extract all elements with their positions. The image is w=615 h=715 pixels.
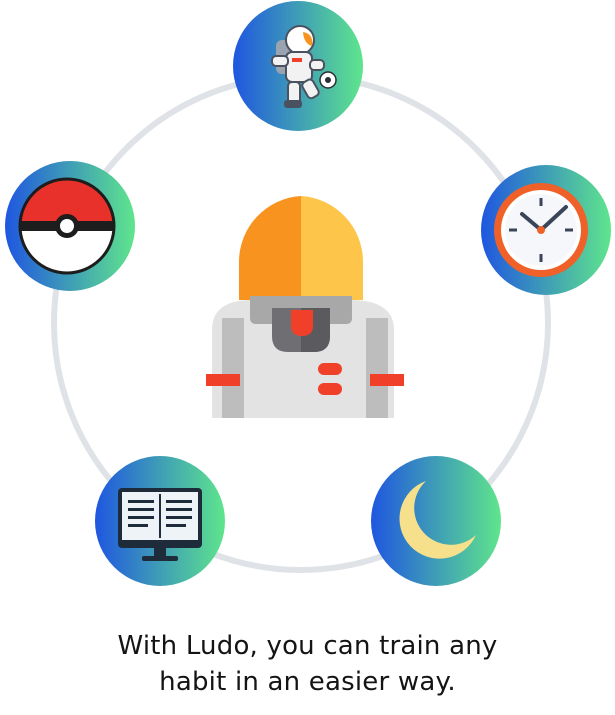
caption-line-1: With Ludo, you can train any xyxy=(117,631,498,661)
habit-badge-astronaut-soccer xyxy=(233,1,363,131)
habit-badge-pokeball xyxy=(5,161,135,291)
habit-illustration xyxy=(5,1,611,586)
clock-icon xyxy=(494,183,588,277)
astronaut-icon xyxy=(206,196,404,418)
habit-badge-ebook xyxy=(95,456,225,586)
onboarding-caption: With Ludo, you can train any habit in an… xyxy=(0,628,615,700)
habit-badge-moon xyxy=(371,456,501,586)
caption-line-2: habit in an easier way. xyxy=(159,667,456,697)
habit-badge-clock xyxy=(481,165,611,295)
